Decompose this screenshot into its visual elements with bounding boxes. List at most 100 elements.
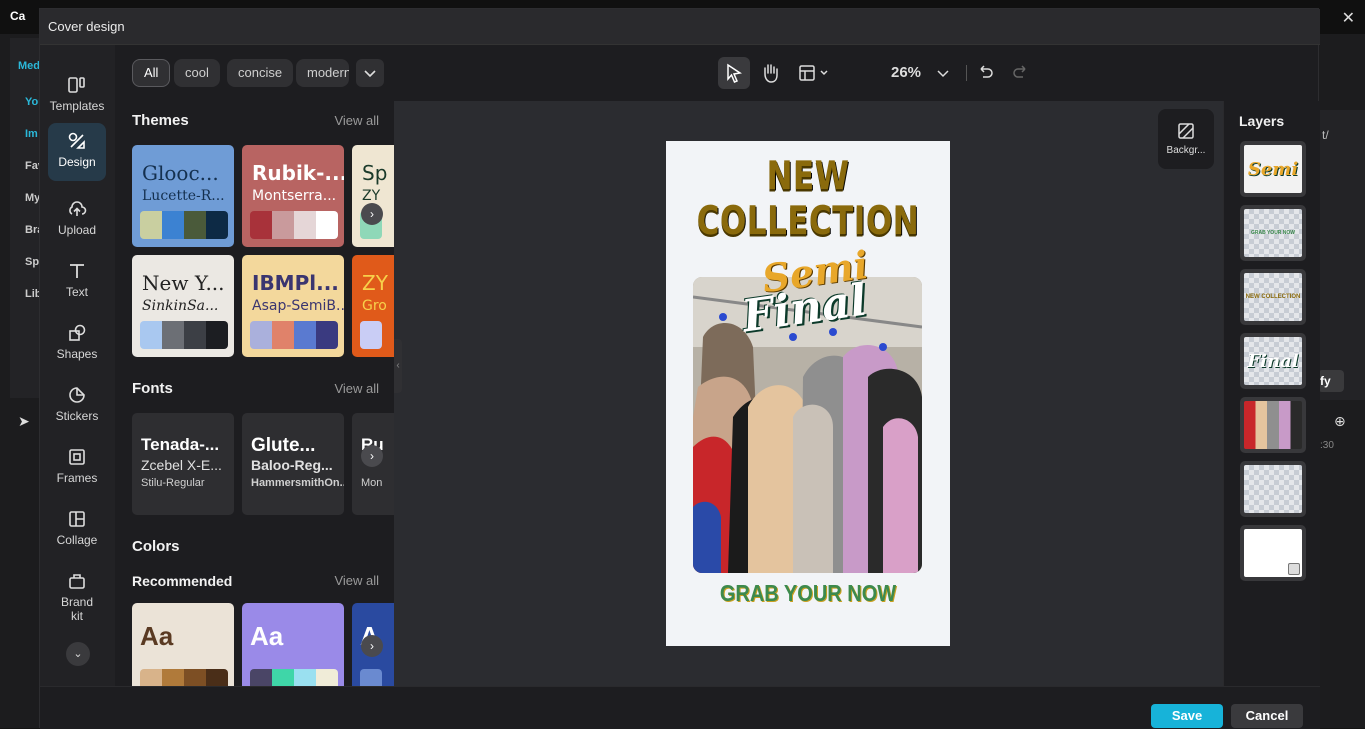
poster-title[interactable]: NEW COLLECTION — [666, 154, 950, 244]
swatch — [272, 669, 294, 686]
cancel-button[interactable]: Cancel — [1231, 704, 1303, 728]
tool-label: Brand kit — [57, 595, 97, 623]
text-icon — [67, 261, 87, 281]
layer-item[interactable]: NEW COLLECTION — [1240, 269, 1306, 325]
poster-cta-text[interactable]: GRAB YOUR NOW — [666, 581, 950, 607]
theme-card[interactable]: Glooc...Lucette-R... — [132, 145, 234, 247]
save-button[interactable]: Save — [1151, 704, 1223, 728]
tool-frames[interactable]: Frames — [48, 439, 106, 497]
cover-poster[interactable]: NEW COLLECTION — [666, 141, 950, 646]
canvas-toolbar: 26% — [394, 45, 1223, 101]
app-zoom-in-icon[interactable]: ⊕ — [1334, 413, 1346, 430]
app-nav-my[interactable]: My — [25, 192, 40, 204]
more-tools-button[interactable]: ⌄ — [66, 642, 90, 666]
app-nav-import[interactable]: Im — [25, 128, 38, 140]
theme-font-name: New Y... — [142, 271, 225, 295]
fonts-next-button[interactable]: › — [361, 445, 383, 467]
font-card-secondary: Baloo-Reg... — [251, 457, 333, 473]
tool-stickers[interactable]: Stickers — [48, 377, 106, 435]
layer-item[interactable] — [1240, 525, 1306, 581]
filter-chip-modern[interactable]: modern — [296, 59, 349, 87]
swatch — [206, 211, 228, 239]
swatch — [294, 669, 316, 686]
background-icon — [1176, 121, 1196, 141]
swatch — [184, 669, 206, 686]
theme-card[interactable]: ZYGro — [352, 255, 394, 357]
filters-expand-button[interactable] — [356, 59, 384, 87]
swatch — [206, 321, 228, 349]
zoom-level[interactable]: 26% — [890, 57, 922, 89]
color-swatches — [140, 669, 228, 686]
swatch — [162, 669, 184, 686]
theme-font-sub: Gro — [362, 298, 387, 314]
layer-item[interactable]: GRAB YOUR NOW — [1240, 205, 1306, 261]
theme-swatches — [140, 321, 228, 349]
layer-thumbnail — [1244, 465, 1302, 513]
theme-card[interactable]: New Y...SinkinSa... — [132, 255, 234, 357]
app-nav-media[interactable]: Med — [18, 60, 40, 72]
theme-swatches — [250, 211, 338, 239]
zoom-dropdown[interactable] — [932, 57, 954, 89]
colors-title: Colors — [132, 538, 180, 555]
pointer-icon — [718, 57, 750, 89]
theme-card[interactable]: SpZY — [352, 145, 394, 247]
layer-thumbnail: NEW COLLECTION — [1244, 273, 1302, 321]
layer-item[interactable] — [1240, 397, 1306, 453]
font-card[interactable]: Glute...Baloo-Reg...HammersmithOn... — [242, 413, 344, 515]
app-pointer-icon[interactable]: ➤ — [18, 413, 30, 430]
colors-next-button[interactable]: › — [361, 635, 383, 657]
hand-tool-button[interactable] — [754, 57, 786, 89]
background-label: Backgr... — [1158, 145, 1214, 156]
layer-item[interactable]: Semi — [1240, 141, 1306, 197]
app-time-text: :30 — [1320, 440, 1334, 451]
redo-icon — [1010, 57, 1032, 89]
color-palette-sample: Aa — [140, 621, 173, 652]
swatch — [360, 321, 382, 349]
layer-item[interactable] — [1240, 461, 1306, 517]
tool-design[interactable]: Design — [48, 123, 106, 181]
theme-font-sub: Lucette-R... — [142, 188, 225, 204]
tool-templates[interactable]: Templates — [48, 67, 106, 125]
shapes-icon — [67, 323, 87, 343]
canvas-area: 26% Backgr... NEW COLLECTION — [394, 45, 1223, 686]
panel-collapse-handle[interactable]: ‹ — [394, 339, 402, 393]
redo-button[interactable] — [1010, 57, 1032, 89]
background-button[interactable]: Backgr... — [1158, 109, 1214, 169]
themes-next-button[interactable]: › — [361, 203, 383, 225]
theme-card[interactable]: Rubik-...Montserra... — [242, 145, 344, 247]
tool-brand-kit[interactable]: Brand kit — [48, 563, 106, 627]
tool-text[interactable]: Text — [48, 253, 106, 311]
filter-chip-concise[interactable]: concise — [227, 59, 293, 87]
color-palette-card[interactable]: Aa — [132, 603, 234, 686]
chevron-left-icon: ‹ — [396, 360, 399, 371]
tool-rail: Templates Design Upload Text Shapes Stic… — [40, 45, 115, 686]
modal-header: Cover design — [40, 9, 1320, 45]
theme-font-sub: Montserra... — [252, 188, 336, 204]
app-logo: Ca — [10, 9, 25, 23]
chevron-down-icon — [932, 57, 954, 89]
filter-chip-all[interactable]: All — [132, 59, 170, 87]
undo-button[interactable] — [974, 57, 996, 89]
tool-collage[interactable]: Collage — [48, 501, 106, 559]
themes-view-all[interactable]: View all — [334, 113, 379, 128]
colors-view-all[interactable]: View all — [334, 573, 379, 588]
filter-chip-cool[interactable]: cool — [174, 59, 220, 87]
app-modify-button[interactable]: fy — [1318, 370, 1344, 392]
tool-shapes[interactable]: Shapes — [48, 315, 106, 373]
app-right-lower — [1318, 408, 1365, 728]
layer-item[interactable]: Final — [1240, 333, 1306, 389]
background-layer-icon — [1288, 563, 1300, 575]
theme-card[interactable]: IBMPl...Asap-SemiB... — [242, 255, 344, 357]
app-nav-sp[interactable]: Sp — [25, 256, 39, 268]
font-card[interactable]: Tenada-...Zcebel X-E...Stilu-Regular — [132, 413, 234, 515]
swatch — [250, 321, 272, 349]
stickers-icon — [67, 385, 87, 405]
layers-panel: Layers SemiGRAB YOUR NOWNEW COLLECTIONFi… — [1223, 101, 1320, 686]
swatch — [316, 669, 338, 686]
layout-dropdown[interactable] — [794, 57, 834, 89]
app-close-icon[interactable]: ✕ — [1342, 8, 1355, 28]
color-palette-card[interactable]: Aa — [242, 603, 344, 686]
tool-upload[interactable]: Upload — [48, 191, 106, 249]
fonts-view-all[interactable]: View all — [334, 381, 379, 396]
select-tool-button[interactable] — [718, 57, 750, 89]
